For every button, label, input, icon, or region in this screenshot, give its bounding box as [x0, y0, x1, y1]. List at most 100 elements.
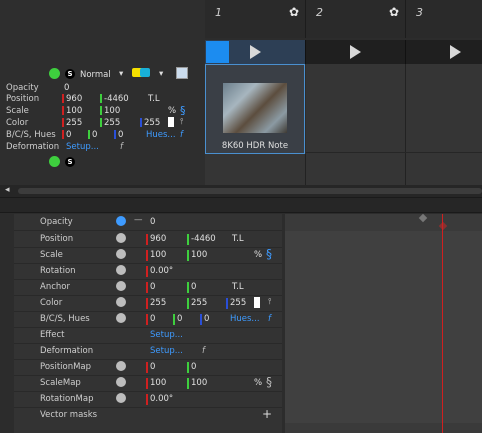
hues-link[interactable]: Hues...	[146, 130, 176, 140]
column-header-3[interactable]: 3	[406, 0, 482, 38]
bcs-s-value[interactable]: 0	[118, 130, 123, 140]
row-deformation[interactable]: Deformation Setup... f	[14, 343, 282, 360]
stopwatch-icon[interactable]	[116, 233, 126, 243]
solo-button[interactable]: S	[65, 69, 75, 79]
timeline-row[interactable]	[285, 343, 482, 360]
anchor-mode[interactable]: T.L	[232, 282, 244, 292]
timeline-row[interactable]	[285, 311, 482, 328]
column-star-icon[interactable]: ✿	[389, 5, 399, 19]
scale-map-y-value[interactable]: 100	[191, 378, 207, 388]
row-rotation[interactable]: Rotation 0.00°	[14, 263, 282, 280]
stopwatch-icon[interactable]	[116, 265, 126, 275]
stopwatch-icon[interactable]	[116, 393, 126, 403]
stopwatch-icon[interactable]	[116, 361, 126, 371]
row-anchor[interactable]: Anchor 0 0 T.L	[14, 279, 282, 296]
color-swatch[interactable]	[254, 297, 260, 308]
timeline-row[interactable]	[285, 407, 482, 423]
effect-setup-link[interactable]: Setup...	[150, 330, 183, 340]
eyedropper-icon[interactable]: ⫯	[180, 117, 184, 127]
bcs-b-value[interactable]: 0	[66, 130, 71, 140]
stopwatch-icon[interactable]	[116, 313, 126, 323]
layer-box-icon[interactable]	[176, 67, 188, 79]
scale-link-icon[interactable]: §	[180, 104, 186, 117]
row-opacity[interactable]: Opacity — 0	[14, 214, 282, 231]
timeline-row[interactable]	[285, 327, 482, 344]
timeline-row[interactable]	[285, 391, 482, 408]
row-scale-map[interactable]: ScaleMap 100 100 % §	[14, 375, 282, 392]
color-tag-2-icon[interactable]	[140, 68, 150, 77]
function-icon[interactable]: f	[120, 142, 123, 152]
column-play-bar-1[interactable]	[205, 40, 306, 64]
hues-link[interactable]: Hues...	[230, 314, 260, 324]
scroll-left-icon[interactable]: ◂	[5, 185, 10, 195]
empty-cell[interactable]	[205, 154, 306, 185]
timeline-row[interactable]	[285, 375, 482, 392]
timeline-row[interactable]	[285, 359, 482, 376]
function-icon[interactable]: f	[202, 346, 205, 356]
position-anchor-mode[interactable]: T.L	[232, 234, 244, 244]
empty-cell[interactable]	[406, 64, 482, 185]
scale-map-x-value[interactable]: 100	[150, 378, 166, 388]
row-position[interactable]: Position 960 -4460 T.L	[14, 231, 282, 248]
rotation-map-value[interactable]: 0.00°	[150, 394, 173, 404]
color-r-value[interactable]: 255	[150, 298, 166, 308]
timeline-row[interactable]	[285, 279, 482, 296]
blend-dropdown-icon[interactable]: ▾	[119, 69, 123, 79]
position-anchor-mode[interactable]: T.L	[148, 94, 160, 104]
position-map-y-value[interactable]: 0	[191, 362, 196, 372]
color-b-value[interactable]: 255	[144, 118, 160, 128]
position-y-value[interactable]: -4460	[104, 94, 129, 104]
bcs-c-value[interactable]: 0	[92, 130, 97, 140]
horizontal-scrollbar[interactable]: ◂	[0, 185, 482, 197]
timeline-row[interactable]	[285, 295, 482, 312]
column-play-bar-3[interactable]	[406, 40, 482, 64]
color-g-value[interactable]: 255	[191, 298, 207, 308]
empty-cell[interactable]	[306, 64, 406, 185]
row-bcs-hues[interactable]: B/C/S, Hues 0 0 0 Hues... f	[14, 311, 282, 328]
anchor-y-value[interactable]: 0	[191, 282, 196, 292]
timeline-row[interactable]	[285, 247, 482, 264]
panel-divider[interactable]	[0, 197, 482, 213]
keyframe-marker-icon[interactable]	[418, 213, 428, 223]
stopwatch-icon[interactable]	[116, 377, 126, 387]
scale-link-icon[interactable]: §	[266, 247, 272, 261]
position-x-value[interactable]: 960	[66, 94, 82, 104]
add-mask-icon[interactable]: +	[262, 407, 272, 421]
keyframe-marker-icon[interactable]	[438, 221, 448, 231]
timeline-row[interactable]	[285, 231, 482, 248]
scrollbar-thumb[interactable]	[18, 188, 482, 194]
rotation-value[interactable]: 0.00°	[150, 266, 173, 276]
scale-x-value[interactable]: 100	[66, 106, 82, 116]
blend-mode-select[interactable]: Normal	[80, 70, 111, 80]
row-scale[interactable]: Scale 100 100 % §	[14, 247, 282, 264]
mask-solo-button[interactable]: S	[65, 157, 75, 167]
bcs-c-value[interactable]: 0	[177, 314, 182, 324]
anchor-x-value[interactable]: 0	[150, 282, 155, 292]
position-y-value[interactable]: -4460	[191, 234, 216, 244]
column-header-2[interactable]: 2 ✿	[306, 0, 406, 38]
scale-y-value[interactable]: 100	[104, 106, 120, 116]
stopwatch-icon[interactable]	[116, 216, 126, 226]
row-effect[interactable]: Effect Setup...	[14, 327, 282, 344]
row-vector-masks[interactable]: Vector masks +	[14, 407, 282, 423]
deformation-setup-link[interactable]: Setup...	[150, 346, 183, 356]
column-play-bar-2[interactable]	[306, 40, 406, 64]
playhead[interactable]	[442, 214, 443, 433]
function-icon[interactable]: f	[180, 130, 183, 140]
keyframe-timeline[interactable]	[285, 213, 482, 433]
position-map-x-value[interactable]: 0	[150, 362, 155, 372]
color-b-value[interactable]: 255	[230, 298, 246, 308]
timeline-row[interactable]	[285, 263, 482, 280]
row-rotation-map[interactable]: RotationMap 0.00°	[14, 391, 282, 408]
play-icon[interactable]	[450, 45, 461, 59]
row-color[interactable]: Color 255 255 255 ⫯	[14, 295, 282, 312]
minus-icon[interactable]: —	[134, 215, 143, 225]
mask-visible-toggle[interactable]	[49, 156, 60, 167]
row-position-map[interactable]: PositionMap 0 0	[14, 359, 282, 376]
scale-x-value[interactable]: 100	[150, 250, 166, 260]
clip-cell[interactable]: 8K60 HDR Note	[205, 64, 305, 154]
color-r-value[interactable]: 255	[66, 118, 82, 128]
layer-visible-toggle[interactable]	[49, 68, 60, 79]
scale-y-value[interactable]: 100	[191, 250, 207, 260]
play-icon[interactable]	[250, 45, 261, 59]
